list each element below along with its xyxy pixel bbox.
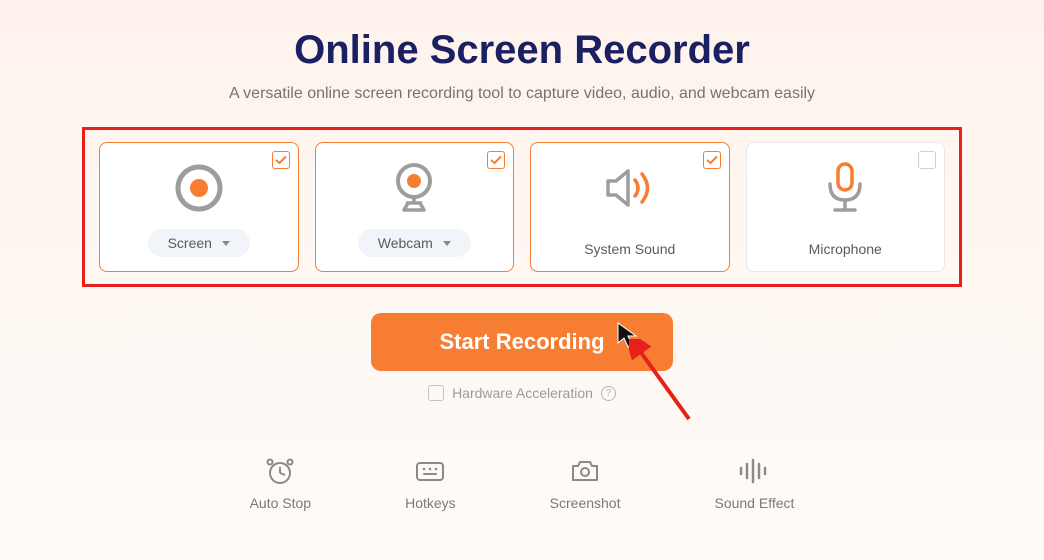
page-title: Online Screen Recorder: [0, 28, 1044, 73]
check-icon: [275, 155, 287, 165]
microphone-label: Microphone: [809, 241, 882, 257]
clock-icon: [264, 457, 296, 485]
webcam-label: Webcam: [378, 235, 433, 251]
auto-stop-tool[interactable]: Auto Stop: [250, 457, 312, 511]
soundwave-icon: [737, 457, 771, 485]
sound-effect-tool[interactable]: Sound Effect: [714, 457, 794, 511]
tools-row: Auto Stop Hotkeys Screenshot Sound Effec…: [0, 457, 1044, 511]
microphone-card[interactable]: Microphone: [746, 142, 946, 272]
hotkeys-tool[interactable]: Hotkeys: [405, 457, 456, 511]
system-sound-card[interactable]: System Sound: [530, 142, 730, 272]
system-sound-checkbox[interactable]: [703, 151, 721, 169]
screen-checkbox[interactable]: [272, 151, 290, 169]
system-sound-label: System Sound: [584, 241, 675, 257]
webcam-icon: [390, 159, 438, 217]
chevron-down-icon: [443, 241, 451, 246]
chevron-down-icon: [222, 241, 230, 246]
check-icon: [490, 155, 502, 165]
hardware-acceleration-row: Hardware Acceleration ?: [0, 385, 1044, 401]
screen-label: Screen: [168, 235, 212, 251]
page-subtitle: A versatile online screen recording tool…: [0, 85, 1044, 103]
screen-icon: [173, 159, 225, 217]
screen-card[interactable]: Screen: [99, 142, 299, 272]
check-icon: [706, 155, 718, 165]
microphone-icon: [820, 159, 870, 217]
sound-effect-label: Sound Effect: [714, 495, 794, 511]
hotkeys-label: Hotkeys: [405, 495, 456, 511]
auto-stop-label: Auto Stop: [250, 495, 312, 511]
screen-dropdown[interactable]: Screen: [148, 229, 250, 257]
hardware-acceleration-checkbox[interactable]: [428, 385, 444, 401]
keyboard-icon: [415, 457, 445, 485]
webcam-checkbox[interactable]: [487, 151, 505, 169]
start-recording-button[interactable]: Start Recording: [371, 313, 672, 371]
hardware-acceleration-label: Hardware Acceleration: [452, 385, 593, 401]
webcam-dropdown[interactable]: Webcam: [358, 229, 471, 257]
source-selection-box: Screen Webcam System So: [82, 127, 962, 287]
help-icon[interactable]: ?: [601, 386, 616, 401]
camera-icon: [570, 457, 600, 485]
microphone-checkbox[interactable]: [918, 151, 936, 169]
speaker-icon: [602, 159, 658, 217]
screenshot-label: Screenshot: [550, 495, 621, 511]
screenshot-tool[interactable]: Screenshot: [550, 457, 621, 511]
webcam-card[interactable]: Webcam: [315, 142, 515, 272]
